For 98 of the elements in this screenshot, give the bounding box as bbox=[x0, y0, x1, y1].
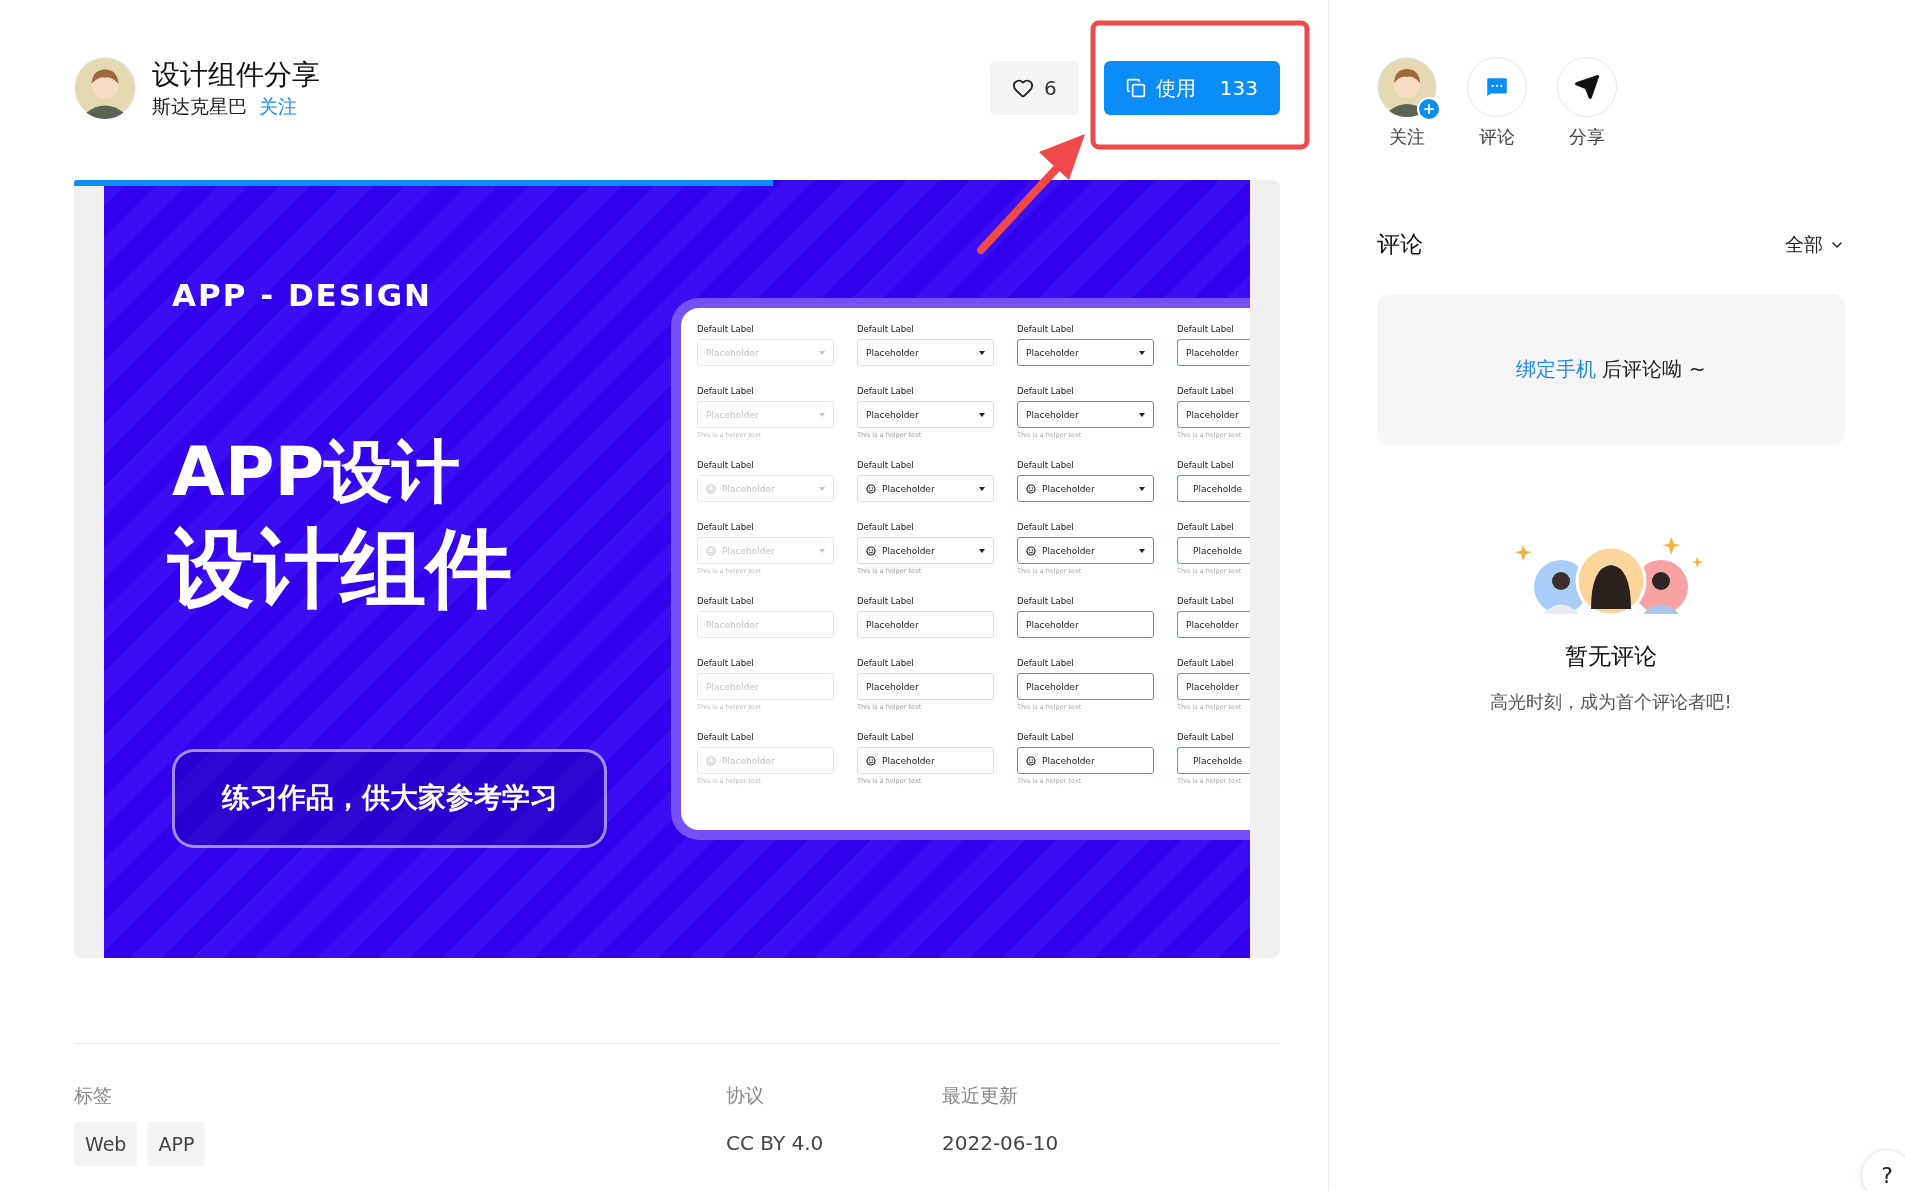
input-field[interactable]: Placeholder bbox=[857, 401, 994, 428]
design-eyebrow: APP - DESIGN bbox=[172, 277, 434, 313]
field-label: Default Label bbox=[1017, 522, 1075, 533]
smiley-icon bbox=[866, 545, 876, 556]
input-field[interactable]: Placeholder bbox=[1017, 611, 1154, 638]
smiley-icon bbox=[1026, 545, 1036, 556]
field-label: Default Label bbox=[697, 460, 755, 471]
field-label: Default Label bbox=[1177, 596, 1235, 607]
input-field[interactable]: Placeholder bbox=[1177, 611, 1250, 638]
caret-icon bbox=[1139, 412, 1145, 417]
tag[interactable]: Web bbox=[74, 1122, 138, 1166]
input-field[interactable]: Placeholder bbox=[1017, 475, 1154, 502]
design-badge: 练习作品，供大家参考学习 bbox=[172, 748, 607, 848]
caret-icon bbox=[819, 486, 825, 491]
input-field[interactable]: Placeholder bbox=[1017, 401, 1154, 428]
field-label: Default Label bbox=[1017, 460, 1075, 471]
input-field[interactable]: Placeholder bbox=[857, 537, 994, 564]
avatar bbox=[1377, 57, 1437, 117]
input-field[interactable]: Placeholder bbox=[1017, 673, 1154, 700]
author-name: 斯达克星巴 bbox=[152, 94, 247, 119]
input-field[interactable]: Placeholde bbox=[1177, 537, 1250, 564]
input-field[interactable]: Placeholder bbox=[1177, 673, 1250, 700]
input-field[interactable]: Placeholder bbox=[1177, 401, 1250, 428]
caret-icon bbox=[819, 350, 825, 355]
caret-icon bbox=[979, 350, 985, 355]
field-label: Default Label bbox=[857, 732, 915, 743]
license-label: 协议 bbox=[726, 1083, 765, 1108]
heart-icon bbox=[1012, 77, 1035, 99]
input-field[interactable]: Placeholder bbox=[857, 673, 994, 700]
input-field[interactable]: Placeholder bbox=[857, 475, 994, 502]
smiley-icon bbox=[1026, 483, 1036, 494]
field-label: Default Label bbox=[697, 732, 755, 743]
input-field[interactable]: Placeholder bbox=[1177, 339, 1250, 366]
license-value: CC BY 4.0 bbox=[726, 1130, 825, 1157]
field-label: Default Label bbox=[1177, 324, 1235, 335]
like-button[interactable]: 6 bbox=[990, 61, 1079, 115]
caret-icon bbox=[819, 412, 825, 417]
input-field[interactable]: Placeholder bbox=[857, 747, 994, 774]
field-label: Default Label bbox=[697, 324, 755, 335]
caret-icon bbox=[819, 548, 825, 553]
caret-icon bbox=[1139, 486, 1145, 491]
smiley-icon bbox=[706, 545, 716, 556]
field-label: Default Label bbox=[697, 658, 755, 669]
field-label: Default Label bbox=[1017, 732, 1075, 743]
field-label: Default Label bbox=[1017, 596, 1075, 607]
copy-icon bbox=[1125, 78, 1146, 98]
field-label: Default Label bbox=[697, 596, 755, 607]
field-label: Default Label bbox=[857, 460, 915, 471]
field-label: Default Label bbox=[857, 522, 915, 533]
updated-label: 最近更新 bbox=[942, 1083, 1019, 1108]
field-label: Default Label bbox=[857, 596, 915, 607]
empty-title: 暂无评论 bbox=[1565, 642, 1657, 671]
input-field[interactable]: Placeholde bbox=[1177, 475, 1250, 502]
field-label: Default Label bbox=[857, 386, 915, 397]
tags-label: 标签 bbox=[74, 1083, 113, 1108]
input-field[interactable]: Placeholder bbox=[857, 611, 994, 638]
avatar bbox=[74, 57, 136, 119]
caret-icon bbox=[1139, 548, 1145, 553]
bind-hint: 后评论呦 ~ bbox=[1602, 356, 1706, 383]
input-field[interactable]: Placeholder bbox=[1017, 747, 1154, 774]
tag[interactable]: APP bbox=[147, 1122, 206, 1166]
design-headline: 设计组件 bbox=[168, 516, 513, 620]
smiley-icon bbox=[866, 755, 876, 766]
input-field[interactable]: Placeholder bbox=[857, 339, 994, 366]
field-label: Default Label bbox=[1177, 732, 1235, 743]
field-label: Default Label bbox=[857, 324, 915, 335]
empty-subtitle: 高光时刻，成为首个评论者吧! bbox=[1490, 690, 1732, 714]
field-label: Default Label bbox=[1017, 658, 1075, 669]
smiley-icon bbox=[1026, 755, 1036, 766]
field-label: Default Label bbox=[697, 522, 755, 533]
plus-icon bbox=[1422, 102, 1436, 116]
input-field[interactable]: Placeholde bbox=[1177, 747, 1250, 774]
input-field[interactable]: Placeholder bbox=[1017, 339, 1154, 366]
field-label: Default Label bbox=[1177, 460, 1235, 471]
smiley-icon bbox=[706, 755, 716, 766]
field-label: Default Label bbox=[1177, 658, 1235, 669]
follow-action[interactable]: 关注 bbox=[1377, 57, 1437, 149]
caret-icon bbox=[979, 412, 985, 417]
input-field[interactable]: Placeholder bbox=[1017, 537, 1154, 564]
field-label: Default Label bbox=[697, 386, 755, 397]
page-title: 设计组件分享 bbox=[152, 57, 321, 93]
filter-dropdown[interactable]: 全部 bbox=[1785, 231, 1845, 258]
caret-icon bbox=[979, 548, 985, 553]
field-label: Default Label bbox=[1017, 386, 1075, 397]
follow-link[interactable]: 关注 bbox=[259, 93, 297, 119]
paper-plane-icon bbox=[1574, 74, 1600, 100]
field-label: Default Label bbox=[1017, 324, 1075, 335]
updated-date: 2022-06-10 bbox=[942, 1130, 1060, 1157]
caret-icon bbox=[1139, 350, 1145, 355]
smiley-icon bbox=[866, 483, 876, 494]
help-button[interactable]: ? bbox=[1861, 1149, 1905, 1191]
field-label: Default Label bbox=[1177, 386, 1235, 397]
comments-title: 评论 bbox=[1377, 230, 1423, 259]
caret-icon bbox=[979, 486, 985, 491]
design-headline: APP设计 bbox=[172, 431, 462, 513]
smiley-icon bbox=[706, 483, 716, 494]
field-label: Default Label bbox=[1177, 522, 1235, 533]
field-label: Default Label bbox=[857, 658, 915, 669]
